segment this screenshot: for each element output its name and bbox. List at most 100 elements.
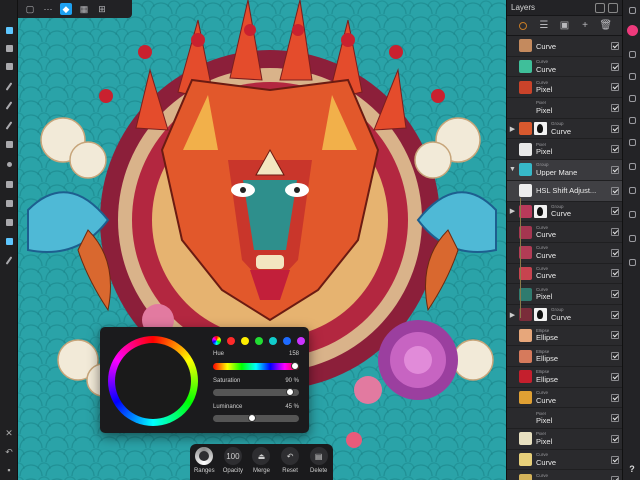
document-menu-icon[interactable]: ▢ <box>24 3 36 15</box>
persona-designer-icon[interactable]: ◆ <box>60 3 72 15</box>
visibility-checkbox[interactable] <box>611 290 619 299</box>
node-tool-icon[interactable] <box>3 42 15 54</box>
layer-row[interactable]: Ellipse Ellipse <box>507 346 623 367</box>
merge-button[interactable]: ⏏ Merge <box>249 447 273 474</box>
move-tool-icon[interactable] <box>3 24 15 36</box>
reset-button[interactable]: ↶ Reset <box>278 447 302 474</box>
delete-button[interactable]: ▤ Delete <box>307 447 331 474</box>
visibility-checkbox[interactable] <box>611 103 619 112</box>
expand-arrow-icon[interactable]: ▶ <box>509 125 516 133</box>
eyedropper-tool-icon[interactable] <box>3 254 15 266</box>
visibility-checkbox[interactable] <box>611 83 619 92</box>
visibility-checkbox[interactable] <box>611 207 619 216</box>
layer-row[interactable]: Ellipse Ellipse <box>507 367 623 388</box>
text-tool-icon[interactable] <box>3 235 15 247</box>
layer-row[interactable]: HSL Shift Adjust... <box>507 180 623 202</box>
fill-tool-icon[interactable] <box>3 138 15 150</box>
layer-stack-icon[interactable]: ☰ <box>538 20 549 31</box>
layer-row[interactable]: Pixel Pixel <box>507 139 623 161</box>
symbols-studio-icon[interactable] <box>626 256 638 268</box>
visibility-checkbox[interactable] <box>611 41 619 50</box>
visibility-checkbox[interactable] <box>611 145 619 154</box>
saturation-slider[interactable] <box>213 388 299 396</box>
saturation-slider-knob[interactable] <box>286 388 295 396</box>
pen-tool-icon[interactable] <box>3 80 15 92</box>
visibility-checkbox[interactable] <box>611 476 619 480</box>
luminance-slider-knob[interactable] <box>247 414 256 422</box>
layer-row[interactable]: Curve Pixel <box>507 77 623 99</box>
layer-row[interactable]: ▶ Group Curve <box>507 202 623 223</box>
layer-row[interactable]: ▼ Group Upper Mane <box>507 160 623 181</box>
panel-options-icon[interactable] <box>608 2 618 13</box>
layer-row[interactable]: ▶ Group Curve <box>507 119 623 140</box>
history-studio-icon[interactable] <box>626 208 638 220</box>
layer-row[interactable]: CurveCurve <box>507 388 623 409</box>
color-swatch[interactable] <box>241 336 249 345</box>
brushes-studio-icon[interactable] <box>626 48 638 60</box>
expand-arrow-icon[interactable]: ▶ <box>509 311 516 319</box>
visibility-checkbox[interactable] <box>611 62 619 71</box>
visibility-checkbox[interactable] <box>611 310 619 319</box>
color-wheel[interactable] <box>108 336 198 426</box>
hue-slider-knob[interactable] <box>290 362 299 370</box>
navigator-studio-icon[interactable] <box>626 232 638 244</box>
hue-slider[interactable] <box>213 362 299 370</box>
visibility-checkbox[interactable] <box>611 434 619 443</box>
visibility-checkbox[interactable] <box>611 269 619 278</box>
luminance-slider[interactable] <box>213 414 299 422</box>
layer-row[interactable]: CurveCurve <box>507 57 623 78</box>
stroke-studio-icon[interactable] <box>626 92 638 104</box>
close-icon[interactable]: ✕ <box>4 428 14 438</box>
visibility-checkbox[interactable] <box>611 248 619 257</box>
crop-tool-icon[interactable] <box>3 197 15 209</box>
layer-row[interactable]: CurveCurve <box>507 264 623 285</box>
more-options-icon[interactable]: ⋯ <box>42 3 54 15</box>
visibility-checkbox[interactable] <box>611 124 619 133</box>
visibility-checkbox[interactable] <box>611 228 619 237</box>
ranges-button[interactable]: Ranges <box>192 447 216 474</box>
layer-row[interactable]: Ellipse Ellipse <box>507 326 623 347</box>
visibility-checkbox[interactable] <box>611 186 619 195</box>
place-image-tool-icon[interactable] <box>3 178 15 190</box>
color-studio-icon[interactable] <box>626 24 638 36</box>
layer-row[interactable]: ▶ Group Curve <box>507 305 623 326</box>
add-layer-icon[interactable]: + <box>580 20 591 31</box>
expand-arrow-icon[interactable]: ▶ <box>509 207 516 215</box>
visibility-checkbox[interactable] <box>611 393 619 402</box>
color-swatch[interactable] <box>227 336 235 345</box>
visibility-checkbox[interactable] <box>611 165 619 174</box>
visibility-checkbox[interactable] <box>611 372 619 381</box>
persona-pixel-icon[interactable]: ▦ <box>78 3 90 15</box>
undo-icon[interactable]: ↶ <box>4 447 14 457</box>
text-styles-studio-icon[interactable] <box>626 160 638 172</box>
layer-row[interactable]: CurveCurve <box>507 243 623 264</box>
layer-opacity-icon[interactable] <box>518 20 529 31</box>
layers-studio-icon[interactable] <box>626 4 638 16</box>
visibility-checkbox[interactable] <box>611 331 619 340</box>
visibility-checkbox[interactable] <box>611 455 619 464</box>
trash-icon[interactable]: ▪ <box>4 465 14 475</box>
effects-studio-icon[interactable] <box>626 114 638 126</box>
mask-layer-icon[interactable]: ▣ <box>559 20 570 31</box>
rectangle-tool-icon[interactable] <box>3 216 15 228</box>
persona-export-icon[interactable]: ⊞ <box>96 3 108 15</box>
help-icon[interactable]: ? <box>626 463 638 475</box>
visibility-checkbox[interactable] <box>611 414 619 423</box>
styles-studio-icon[interactable] <box>626 136 638 148</box>
delete-layer-icon[interactable]: 🗑︎ <box>599 20 612 31</box>
layer-row[interactable]: Pixel Pixel <box>507 408 623 430</box>
color-swatch[interactable] <box>269 336 277 345</box>
layer-row[interactable]: Curve <box>507 36 623 57</box>
corner-tool-icon[interactable] <box>3 60 15 72</box>
layer-row[interactable]: CurveCurve <box>507 222 623 243</box>
color-wheel-swatch-icon[interactable] <box>212 336 221 345</box>
layer-row[interactable]: Pixel Pixel <box>507 98 623 119</box>
color-swatch[interactable] <box>255 336 263 345</box>
layer-row[interactable]: Pixel Pixel <box>507 429 623 450</box>
collapse-arrow-icon[interactable]: ▼ <box>509 166 516 173</box>
opacity-button[interactable]: 100 Opacity <box>221 447 245 474</box>
swatches-studio-icon[interactable] <box>626 70 638 82</box>
color-swatch[interactable] <box>297 336 305 345</box>
layer-row[interactable]: Curve Pixel <box>507 284 623 305</box>
transform-studio-icon[interactable] <box>626 184 638 196</box>
